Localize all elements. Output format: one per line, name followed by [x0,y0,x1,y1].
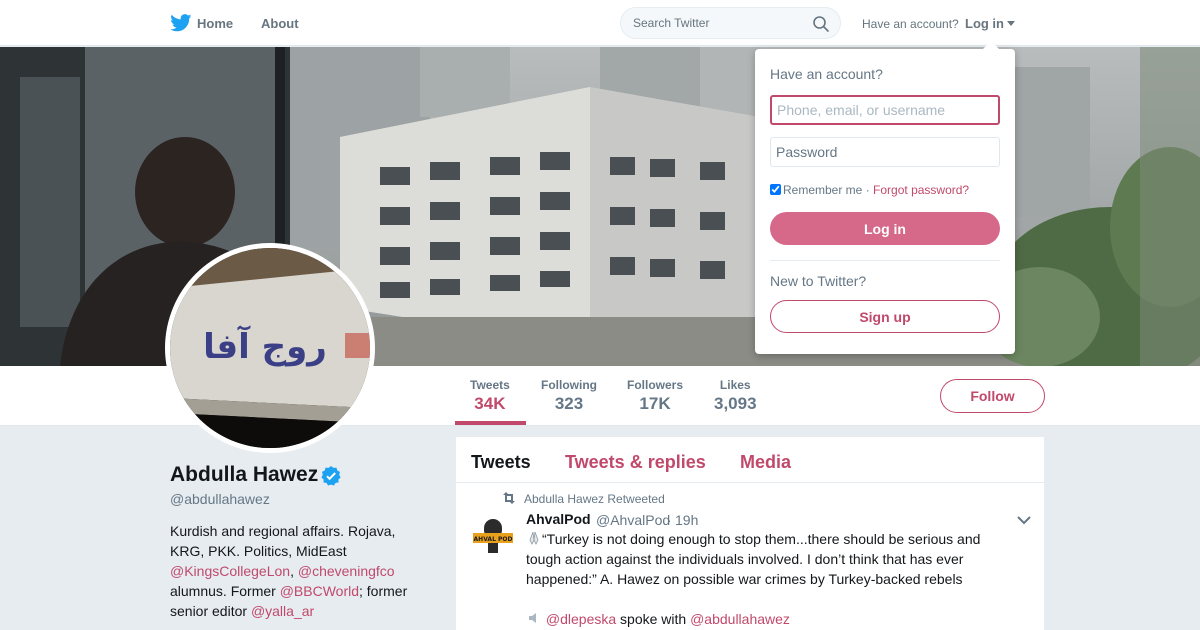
remember-me-checkbox[interactable] [770,184,781,195]
new-to-twitter-text: New to Twitter? [770,273,867,289]
timeline-tabs: Tweets Tweets & replies Media [456,437,1044,483]
stat-following-value: 323 [554,394,584,413]
caret-down-icon[interactable] [1007,21,1015,26]
login-dropdown-toggle[interactable]: Log in [965,16,1004,31]
dropdown-arrow [983,41,999,49]
search-box [620,7,841,39]
remember-me-label: Remember me [783,183,863,197]
tweet-text-line-2: @dlepeska spoke with @abdullahawez [526,609,1006,629]
retweet-icon [503,492,515,504]
top-navigation-bar: Home About Have an account? Log in [0,0,1200,46]
have-account-text: Have an account? [862,17,959,31]
stat-following[interactable]: Following 323 [541,378,597,414]
stat-likes-value: 3,093 [714,394,757,413]
tweet-text: “Turkey is not doing enough to stop them… [526,529,1006,589]
tweet-author-name[interactable]: AhvalPod [526,511,591,527]
tweet-avatar-text: AHVAL POD [474,536,513,543]
tweet-author-handle[interactable]: @AhvalPod [596,512,670,528]
stat-likes-label: Likes [719,378,751,392]
bio-text-1: Kurdish and regional affairs. Rojava, KR… [170,523,396,559]
twitter-bird-icon[interactable] [170,14,192,32]
stat-tweets[interactable]: Tweets 34K [470,378,510,414]
profile-name[interactable]: Abdulla Hawez [170,463,318,487]
stat-followers-label: Followers [627,378,684,392]
nav-home-link[interactable]: Home [197,16,233,31]
remember-separator: · [865,183,870,197]
timeline: Tweets Tweets & replies Media Abdulla Ha… [456,437,1044,630]
mention-dlepeska[interactable]: @dlepeska [546,611,616,627]
tweet-body: “Turkey is not doing enough to stop them… [526,531,981,587]
profile-bio: Kurdish and regional affairs. Rojava, KR… [170,521,430,621]
tweet-author-avatar[interactable]: AHVAL POD [470,513,516,559]
verified-badge-icon [321,466,341,486]
folded-hands-emoji [529,531,539,545]
password-field[interactable] [770,137,1000,167]
remember-me[interactable]: Remember me · Forgot password? [770,183,969,197]
stat-followers-value: 17K [639,394,671,413]
speaker-emoji [529,613,536,623]
nav-about-link[interactable]: About [261,16,299,31]
dropdown-divider [770,260,1000,261]
tweet-timestamp[interactable]: 19h [675,512,698,528]
follow-button[interactable]: Follow [940,379,1045,413]
tab-media[interactable]: Media [740,452,791,473]
tab-tweets-and-replies[interactable]: Tweets & replies [565,452,706,473]
stat-tweets-value: 34K [474,394,506,413]
avatar-wall-text: روج آفا [203,325,327,367]
login-dropdown: Have an account? Remember me · Forgot pa… [755,41,1015,354]
forgot-password-link[interactable]: Forgot password? [873,183,969,197]
bio-text-2: alumnus. Former [170,583,276,599]
mention-abdullahawez[interactable]: @abdullahawez [690,611,790,627]
login-dropdown-title: Have an account? [770,66,883,82]
bio-link-cheveningfco[interactable]: @cheveningfco [298,563,395,579]
stat-followers[interactable]: Followers 17K [627,378,683,414]
bio-separator: , [290,563,294,579]
bio-link-bbcworld[interactable]: @BBCWorld [280,583,359,599]
tab-tweets[interactable]: Tweets [471,452,531,473]
profile-avatar[interactable]: روج آفا [165,243,375,453]
stat-following-label: Following [541,378,597,392]
bio-link-kingscollegelon[interactable]: @KingsCollegeLon [170,563,290,579]
search-input[interactable] [633,14,803,32]
chevron-down-icon[interactable] [1017,515,1031,525]
active-stat-indicator [455,421,526,425]
stat-tweets-label: Tweets [470,378,510,392]
spoke-with-text: spoke with [620,611,687,627]
retweeted-by-text: Abdulla Hawez Retweeted [524,492,665,506]
username-field[interactable] [770,95,1000,125]
search-icon[interactable] [812,15,830,33]
stat-likes[interactable]: Likes 3,093 [714,378,757,414]
signup-button[interactable]: Sign up [770,300,1000,333]
bio-link-yalla-ar[interactable]: @yalla_ar [251,603,314,619]
login-button[interactable]: Log in [770,212,1000,245]
profile-handle[interactable]: @abdullahawez [170,491,270,507]
tweet-separator: · [667,512,672,528]
